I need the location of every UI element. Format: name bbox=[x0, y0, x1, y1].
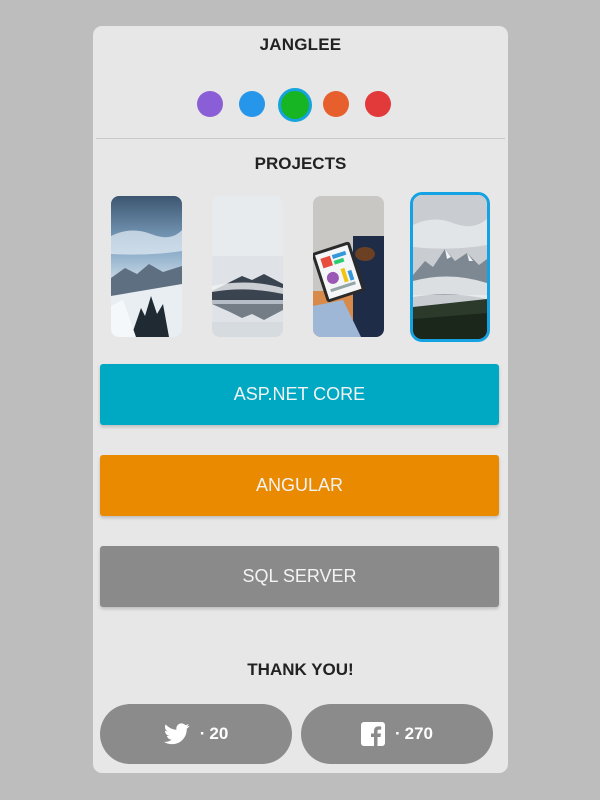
theme-color-picker bbox=[93, 87, 508, 122]
profile-card: JANGLEE PROJECTS ASP.NET CORE ANGULAR SQ… bbox=[93, 26, 508, 773]
divider bbox=[96, 138, 505, 139]
facebook-share-button[interactable]: · 270 bbox=[301, 704, 493, 764]
twitter-icon bbox=[163, 723, 190, 745]
project-thumbnail-cloudy-peaks[interactable] bbox=[410, 192, 490, 342]
twitter-count: 20 bbox=[209, 724, 229, 743]
project-thumbnail-misty-lake[interactable] bbox=[212, 196, 283, 337]
swatch-red[interactable] bbox=[365, 91, 391, 117]
snowy-mountain-image bbox=[111, 196, 182, 337]
twitter-share-button[interactable]: · 20 bbox=[100, 704, 292, 764]
cloudy-peaks-image bbox=[413, 195, 487, 339]
projects-heading: PROJECTS bbox=[254, 154, 347, 173]
facebook-icon bbox=[360, 722, 385, 746]
facebook-count: 270 bbox=[404, 724, 434, 743]
misty-lake-image bbox=[212, 196, 283, 337]
tech-button-asp-net-core[interactable]: ASP.NET CORE bbox=[100, 364, 499, 425]
tech-button-angular[interactable]: ANGULAR bbox=[100, 455, 499, 516]
thank-you-heading: THANK YOU! bbox=[247, 660, 354, 679]
project-thumbnail-tablet-charts[interactable] bbox=[313, 196, 384, 337]
twitter-count-separator: · bbox=[199, 724, 206, 743]
tablet-charts-image bbox=[313, 196, 384, 337]
project-thumbnail-snowy-mountain[interactable] bbox=[111, 196, 182, 337]
swatch-blue[interactable] bbox=[239, 91, 265, 117]
swatch-green[interactable] bbox=[278, 88, 312, 122]
swatch-purple[interactable] bbox=[197, 91, 223, 117]
tech-button-sql-server[interactable]: SQL SERVER bbox=[100, 546, 499, 607]
swatch-orange[interactable] bbox=[323, 91, 349, 117]
app-title: JANGLEE bbox=[259, 35, 342, 54]
facebook-count-separator: · bbox=[394, 724, 401, 743]
